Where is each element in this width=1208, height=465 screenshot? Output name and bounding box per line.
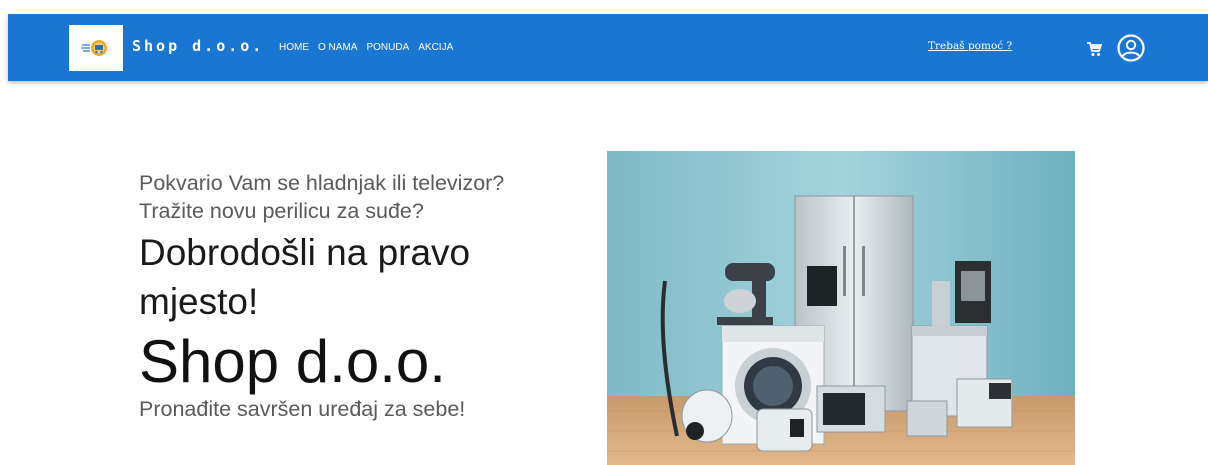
cart-button[interactable] [1086, 41, 1103, 57]
welcome-heading: Dobrodošli na pravo mjesto! [139, 232, 471, 322]
cart-icon [1087, 42, 1103, 56]
nav-o-nama[interactable]: O NAMA [318, 42, 357, 53]
hero-question-2: Tražite novu perilicu za suđe? [139, 199, 424, 223]
nav-home[interactable]: HOME [279, 42, 309, 53]
appliances-image [607, 151, 1075, 465]
account-button[interactable] [1116, 33, 1146, 63]
account-icon [1117, 34, 1145, 62]
company-heading: Shop d.o.o. [139, 328, 446, 395]
hero-text: Pokvario Vam se hladnjak ili televizor? … [139, 169, 539, 422]
shop-logo-icon [81, 40, 107, 56]
hero-question-1: Pokvario Vam se hladnjak ili televizor? [139, 171, 505, 195]
main-nav: HOME O NAMA PONUDA AKCIJA [279, 42, 453, 53]
top-navbar: Shop d.o.o. HOME O NAMA PONUDA AKCIJA Tr… [8, 14, 1208, 81]
nav-akcija[interactable]: AKCIJA [418, 42, 453, 53]
logo[interactable] [69, 25, 123, 71]
brand-name[interactable]: Shop d.o.o. [132, 37, 264, 55]
hero-tagline: Pronađite savršen uređaj za sebe! [139, 397, 466, 421]
help-link[interactable]: Trebaš pomoć ? [928, 40, 1012, 52]
nav-ponuda[interactable]: PONUDA [366, 42, 409, 53]
